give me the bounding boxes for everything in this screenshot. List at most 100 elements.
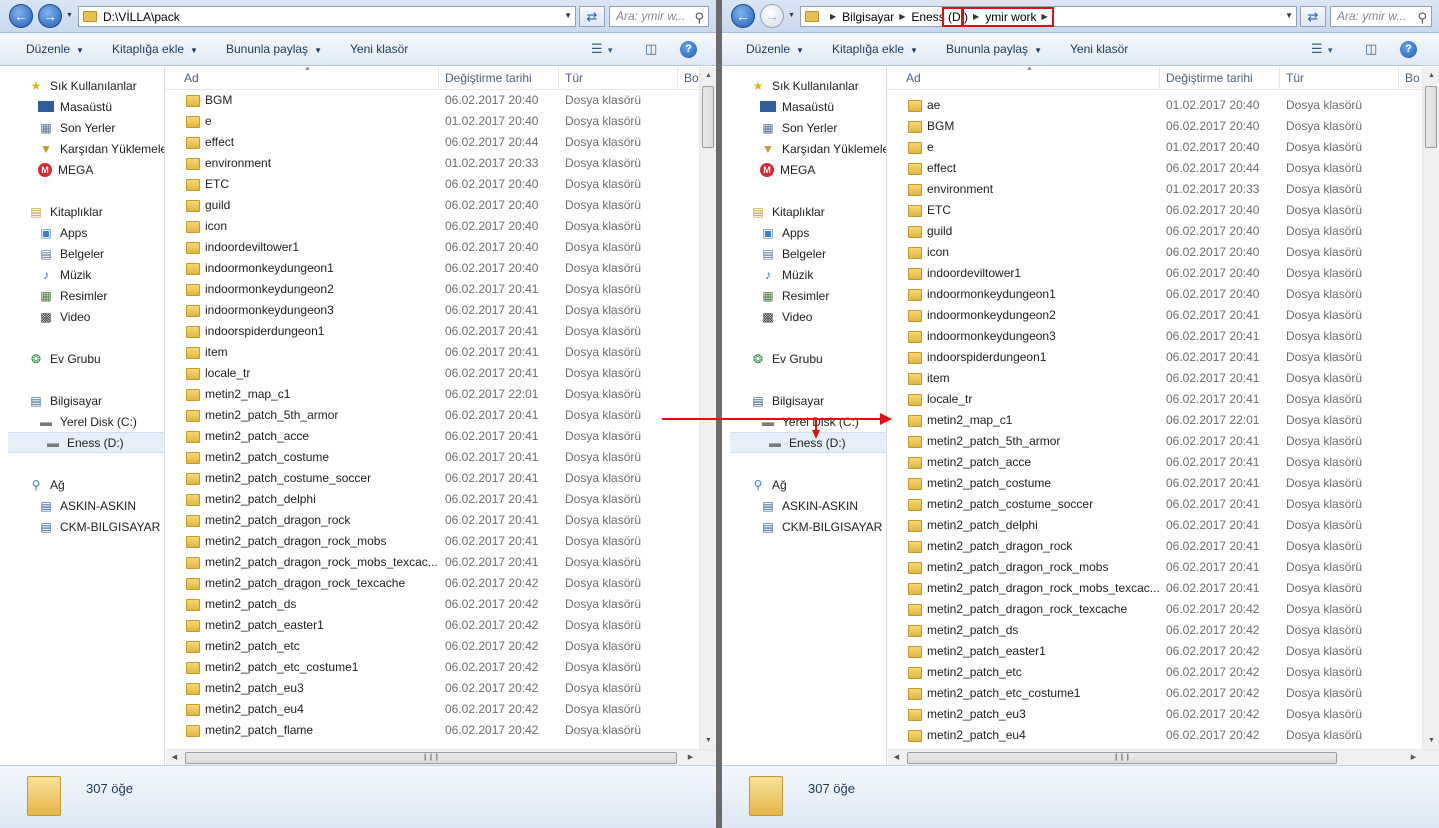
table-row[interactable]: effect 06.02.2017 20:44 Dosya klasörü — [166, 132, 698, 153]
preview-pane-icon[interactable]: ◫ — [645, 41, 657, 57]
table-row[interactable]: guild 06.02.2017 20:40 Dosya klasörü — [888, 221, 1421, 242]
table-row[interactable]: metin2_patch_etc_costume1 06.02.2017 20:4… — [888, 683, 1421, 704]
preview-pane-icon[interactable]: ◫ — [1365, 41, 1377, 57]
table-row[interactable]: indoormonkeydungeon2 06.02.2017 20:41 Dosy… — [888, 305, 1421, 326]
column-size[interactable]: Bo — [1405, 71, 1420, 85]
scroll-thumb[interactable] — [1425, 86, 1437, 148]
nav-desktop[interactable]: Masaüstü — [722, 96, 886, 117]
table-row[interactable]: metin2_patch_delphi 06.02.2017 20:41 Dosya… — [166, 489, 698, 510]
table-row[interactable]: metin2_patch_dragon_rock_texcache 06.02.2… — [888, 599, 1421, 620]
column-divider[interactable] — [1398, 67, 1399, 90]
new-folder-button[interactable]: Yeni klasör — [350, 42, 408, 56]
nav-computer[interactable]: ▤ Bilgisayar — [722, 390, 886, 411]
include-in-library-button[interactable]: Kitaplığa ekle ▼ — [832, 42, 918, 56]
table-row[interactable]: metin2_patch_eu3 06.02.2017 20:42 Dosya kl… — [888, 704, 1421, 725]
table-row[interactable]: metin2_patch_5th_armor 06.02.2017 20:41 Do… — [166, 405, 698, 426]
table-row[interactable]: indoormonkeydungeon3 06.02.2017 20:41 Dosy… — [166, 300, 698, 321]
table-row[interactable]: metin2_patch_dragon_rock_mobs_texcac... 0… — [166, 552, 698, 573]
organize-button[interactable]: Düzenle ▼ — [26, 42, 84, 56]
nav-net-askin[interactable]: ▤ ASKIN-ASKIN — [722, 495, 886, 516]
vertical-scrollbar[interactable]: ▲ ▼ — [1422, 67, 1439, 749]
table-row[interactable]: ETC 06.02.2017 20:40 Dosya klasörü — [888, 200, 1421, 221]
nav-mega[interactable]: M MEGA — [722, 159, 886, 180]
chevron-right-icon[interactable]: ▶ — [1042, 12, 1048, 21]
nav-desktop[interactable]: Masaüstü — [0, 96, 164, 117]
nav-recent-places[interactable]: ▦ Son Yerler — [0, 117, 164, 138]
nav-favorites[interactable]: ★ Sık Kullanılanlar — [0, 75, 164, 96]
scroll-left-icon[interactable]: ◀ — [888, 750, 905, 765]
breadcrumb-drive[interactable]: ▶ Eness (D:) — [894, 10, 968, 24]
breadcrumb-folder[interactable]: ▶ ymir work ▶ — [968, 10, 1054, 24]
table-row[interactable]: metin2_map_c1 06.02.2017 22:01 Dosya klasö… — [888, 410, 1421, 431]
table-row[interactable]: metin2_patch_dragon_rock 06.02.2017 20:41… — [166, 510, 698, 531]
nav-apps[interactable]: ▣ Apps — [722, 222, 886, 243]
table-row[interactable]: ae 01.02.2017 20:40 Dosya klasörü — [888, 95, 1421, 116]
table-row[interactable]: metin2_patch_5th_armor 06.02.2017 20:41 Do… — [888, 431, 1421, 452]
column-date[interactable]: Değiştirme tarihi — [1166, 71, 1253, 85]
table-row[interactable]: metin2_patch_etc 06.02.2017 20:42 Dosya kl… — [888, 662, 1421, 683]
table-row[interactable]: metin2_patch_ds 06.02.2017 20:42 Dosya kla… — [166, 594, 698, 615]
column-name[interactable]: Ad — [906, 71, 921, 85]
column-size[interactable]: Bo — [684, 71, 699, 85]
table-row[interactable]: metin2_patch_acce 06.02.2017 20:41 Dosya k… — [888, 452, 1421, 473]
table-row[interactable]: guild 06.02.2017 20:40 Dosya klasörü — [166, 195, 698, 216]
scroll-up-icon[interactable]: ▲ — [1423, 67, 1439, 84]
nav-homegroup[interactable]: ❂ Ev Grubu — [722, 348, 886, 369]
nav-music[interactable]: ♪ Müzik — [0, 264, 164, 285]
nav-network[interactable]: ⚲ Ağ — [722, 474, 886, 495]
breadcrumb[interactable]: ▶ Bilgisayar ▶ Eness (D:) ▶ ymir work ▶ ▼ — [800, 6, 1297, 27]
table-row[interactable]: indoorspiderdungeon1 06.02.2017 20:41 Dosy… — [166, 321, 698, 342]
scroll-up-icon[interactable]: ▲ — [700, 67, 716, 84]
table-row[interactable]: metin2_patch_easter1 06.02.2017 20:42 Dosy… — [888, 641, 1421, 662]
horizontal-scrollbar[interactable]: ◀ ❙❙❙ ▶ — [166, 749, 716, 765]
table-row[interactable]: metin2_patch_costume_soccer 06.02.2017 20… — [166, 468, 698, 489]
back-button[interactable]: ← — [9, 4, 33, 28]
organize-button[interactable]: Düzenle ▼ — [746, 42, 804, 56]
hscroll-thumb[interactable]: ❙❙❙ — [185, 752, 677, 764]
refresh-button[interactable]: ⇄ — [579, 6, 605, 27]
scroll-left-icon[interactable]: ◀ — [166, 750, 183, 765]
chevron-right-icon[interactable]: ▶ — [899, 12, 905, 21]
table-row[interactable]: indoormonkeydungeon3 06.02.2017 20:41 Dosy… — [888, 326, 1421, 347]
column-divider[interactable] — [438, 67, 439, 90]
scroll-right-icon[interactable]: ▶ — [682, 750, 699, 765]
nav-computer[interactable]: ▤ Bilgisayar — [0, 390, 164, 411]
table-row[interactable]: metin2_patch_eu4 06.02.2017 20:42 Dosya kl… — [888, 725, 1421, 746]
nav-net-ckm[interactable]: ▤ CKM-BILGISAYAR — [722, 516, 886, 537]
nav-drive-c[interactable]: ▬ Yerel Disk (C:) — [722, 411, 886, 432]
forward-button[interactable]: → — [760, 4, 784, 28]
table-row[interactable]: indoormonkeydungeon1 06.02.2017 20:40 Dosy… — [166, 258, 698, 279]
nav-apps[interactable]: ▣ Apps — [0, 222, 164, 243]
scroll-right-icon[interactable]: ▶ — [1405, 750, 1422, 765]
table-row[interactable]: indoormonkeydungeon2 06.02.2017 20:41 Dosy… — [166, 279, 698, 300]
scroll-thumb[interactable] — [702, 86, 714, 148]
address-dropdown-icon[interactable]: ▼ — [564, 11, 572, 20]
nav-favorites[interactable]: ★ Sık Kullanılanlar — [722, 75, 886, 96]
nav-homegroup[interactable]: ❂ Ev Grubu — [0, 348, 164, 369]
share-with-button[interactable]: Bununla paylaş ▼ — [946, 42, 1042, 56]
table-row[interactable]: effect 06.02.2017 20:44 Dosya klasörü — [888, 158, 1421, 179]
table-row[interactable]: environment 01.02.2017 20:33 Dosya klasörü — [166, 153, 698, 174]
nav-drive-c[interactable]: ▬ Yerel Disk (C:) — [0, 411, 164, 432]
view-options-icon[interactable]: ☰ ▼ — [1311, 41, 1334, 57]
share-with-button[interactable]: Bununla paylaş ▼ — [226, 42, 322, 56]
nav-documents[interactable]: ▤ Belgeler — [0, 243, 164, 264]
table-row[interactable]: metin2_map_c1 06.02.2017 22:01 Dosya klasö… — [166, 384, 698, 405]
table-row[interactable]: indoordeviltower1 06.02.2017 20:40 Dosya k… — [166, 237, 698, 258]
table-row[interactable]: indoormonkeydungeon1 06.02.2017 20:40 Dosy… — [888, 284, 1421, 305]
column-type[interactable]: Tür — [1286, 71, 1304, 85]
table-row[interactable]: metin2_patch_acce 06.02.2017 20:41 Dosya k… — [166, 426, 698, 447]
nav-network[interactable]: ⚲ Ağ — [0, 474, 164, 495]
table-row[interactable]: metin2_patch_etc_costume1 06.02.2017 20:4… — [166, 657, 698, 678]
nav-music[interactable]: ♪ Müzik — [722, 264, 886, 285]
column-date[interactable]: Değiştirme tarihi — [445, 71, 532, 85]
address-dropdown-icon[interactable]: ▼ — [1285, 11, 1293, 20]
table-row[interactable]: metin2_patch_easter1 06.02.2017 20:42 Dosy… — [166, 615, 698, 636]
nav-documents[interactable]: ▤ Belgeler — [722, 243, 886, 264]
table-row[interactable]: BGM 06.02.2017 20:40 Dosya klasörü — [166, 90, 698, 111]
column-divider[interactable] — [1279, 67, 1280, 90]
vertical-scrollbar[interactable]: ▲ ▼ — [699, 67, 716, 749]
table-row[interactable]: metin2_patch_eu3 06.02.2017 20:42 Dosya kl… — [166, 678, 698, 699]
column-type[interactable]: Tür — [565, 71, 583, 85]
nav-pictures[interactable]: ▦ Resimler — [722, 285, 886, 306]
